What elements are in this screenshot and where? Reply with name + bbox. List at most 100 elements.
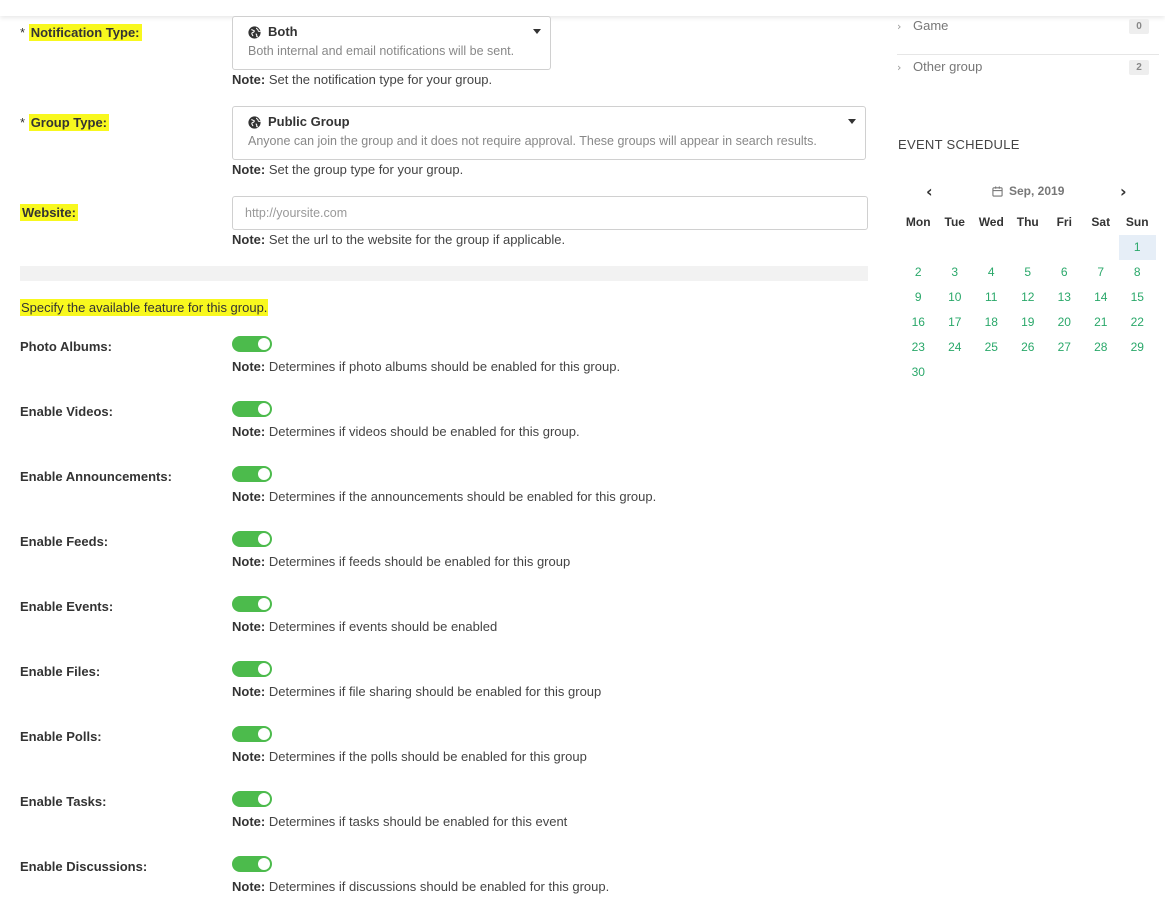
calendar-day[interactable]: 17	[937, 310, 974, 335]
notification-type-note: Note: Set the notification type for your…	[232, 72, 493, 87]
calendar-day[interactable]: 11	[973, 285, 1010, 310]
calendar-month-label: Sep, 2019	[1009, 184, 1065, 198]
calendar-empty-cell	[900, 235, 937, 260]
feature-row-discussions: Enable Discussions: Note: Determines if …	[20, 856, 868, 898]
calendar-day[interactable]: 1	[1119, 235, 1156, 260]
feature-label: Photo Albums:	[20, 339, 112, 354]
group-type-row: * Group Type: Public Group Anyone can jo…	[20, 106, 868, 186]
videos-toggle[interactable]	[232, 401, 272, 417]
feature-note: Note: Determines if the announcements sh…	[232, 489, 657, 504]
weekday-header: Fri	[1056, 215, 1072, 229]
calendar-day[interactable]: 29	[1119, 335, 1156, 360]
feature-note: Note: Determines if file sharing should …	[232, 684, 602, 699]
toggle-knob	[258, 598, 270, 610]
calendar-empty-cell	[937, 235, 974, 260]
files-toggle[interactable]	[232, 661, 272, 677]
notification-type-select[interactable]: Both Both internal and email notificatio…	[232, 16, 551, 70]
feeds-toggle[interactable]	[232, 531, 272, 547]
calendar-day[interactable]: 28	[1083, 335, 1120, 360]
calendar-day[interactable]: 24	[937, 335, 974, 360]
globe-icon	[248, 115, 261, 129]
group-type-value: Public Group	[268, 114, 350, 129]
calendar-empty-cell	[1010, 235, 1047, 260]
feature-label: Enable Events:	[20, 599, 114, 614]
calendar-day[interactable]: 3	[937, 260, 974, 285]
feature-note: Note: Determines if tasks should be enab…	[232, 814, 568, 829]
weekday-header: Sun	[1125, 215, 1149, 229]
calendar-empty-cell	[1046, 235, 1083, 260]
calendar-day[interactable]: 13	[1046, 285, 1083, 310]
calendar-day[interactable]: 23	[900, 335, 937, 360]
toggle-knob	[258, 533, 270, 545]
toggle-knob	[258, 728, 270, 740]
calendar-day[interactable]: 14	[1083, 285, 1120, 310]
toggle-knob	[258, 663, 270, 675]
website-row: Website: Note: Set the url to the websit…	[20, 196, 868, 256]
weekday-header: Mon	[905, 215, 931, 229]
group-type-desc: Anyone can join the group and it does no…	[248, 134, 817, 148]
calendar-day[interactable]: 10	[937, 285, 974, 310]
feature-note: Note: Determines if discussions should b…	[232, 879, 610, 894]
photo-albums-toggle[interactable]	[232, 336, 272, 352]
discussions-toggle[interactable]	[232, 856, 272, 872]
feature-row-announcements: Enable Announcements: Note: Determines i…	[20, 466, 868, 516]
calendar-day[interactable]: 19	[1010, 310, 1047, 335]
announcements-toggle[interactable]	[232, 466, 272, 482]
feature-note: Note: Determines if events should be ena…	[232, 619, 498, 634]
notification-type-row: * Notification Type: Both Both internal …	[20, 16, 868, 96]
website-note: Note: Set the url to the website for the…	[232, 232, 566, 247]
calendar-day[interactable]: 30	[900, 360, 937, 385]
toggle-knob	[258, 793, 270, 805]
category-name: Game	[913, 18, 949, 33]
category-item-game[interactable]: › Game 0	[897, 15, 1159, 55]
calendar-day[interactable]: 4	[973, 260, 1010, 285]
calendar-day[interactable]: 18	[973, 310, 1010, 335]
feature-label: Enable Feeds:	[20, 534, 109, 549]
website-input[interactable]	[232, 196, 868, 230]
prev-month-icon[interactable]: ‹	[926, 180, 933, 204]
group-type-select[interactable]: Public Group Anyone can join the group a…	[232, 106, 866, 160]
calendar-day[interactable]: 20	[1046, 310, 1083, 335]
tasks-toggle[interactable]	[232, 791, 272, 807]
events-toggle[interactable]	[232, 596, 272, 612]
calendar-day[interactable]: 16	[900, 310, 937, 335]
caret-down-icon	[533, 29, 541, 34]
feature-note: Note: Determines if the polls should be …	[232, 749, 587, 764]
polls-toggle[interactable]	[232, 726, 272, 742]
chevron-right-icon: ›	[897, 61, 902, 74]
calendar-day[interactable]: 15	[1119, 285, 1156, 310]
weekday-header: Sat	[1091, 215, 1111, 229]
calendar-month: Sep, 2019	[992, 184, 1064, 198]
toggle-knob	[258, 468, 270, 480]
chevron-right-icon: ›	[897, 20, 902, 33]
group-type-label: * Group Type:	[20, 114, 109, 131]
calendar-day[interactable]: 7	[1083, 260, 1120, 285]
feature-row-tasks: Enable Tasks: Note: Determines if tasks …	[20, 791, 868, 841]
feature-label: Enable Polls:	[20, 729, 102, 744]
calendar-day[interactable]: 12	[1010, 285, 1047, 310]
feature-row-videos: Enable Videos: Note: Determines if video…	[20, 401, 868, 451]
calendar-day[interactable]: 2	[900, 260, 937, 285]
calendar-day[interactable]: 22	[1119, 310, 1156, 335]
group-type-label-text: Group Type:	[28, 114, 109, 131]
calendar-empty-cell	[973, 235, 1010, 260]
weekday-header: Thu	[1016, 215, 1039, 229]
feature-label: Enable Tasks:	[20, 794, 107, 809]
toggle-knob	[258, 858, 270, 870]
feature-label: Enable Files:	[20, 664, 101, 679]
next-month-icon[interactable]: ›	[1120, 180, 1127, 204]
calendar-empty-cell	[1083, 235, 1120, 260]
calendar-day[interactable]: 25	[973, 335, 1010, 360]
calendar-day[interactable]: 5	[1010, 260, 1047, 285]
weekday-header: Tue	[944, 215, 965, 229]
calendar-day[interactable]: 27	[1046, 335, 1083, 360]
calendar-day[interactable]: 9	[900, 285, 937, 310]
calendar-day[interactable]: 21	[1083, 310, 1120, 335]
category-item-other-group[interactable]: › Other group 2	[897, 56, 1159, 96]
section-divider	[20, 266, 868, 281]
feature-row-events: Enable Events: Note: Determines if event…	[20, 596, 868, 646]
globe-icon	[248, 25, 261, 39]
calendar-day[interactable]: 26	[1010, 335, 1047, 360]
calendar-day[interactable]: 8	[1119, 260, 1156, 285]
calendar-day[interactable]: 6	[1046, 260, 1083, 285]
